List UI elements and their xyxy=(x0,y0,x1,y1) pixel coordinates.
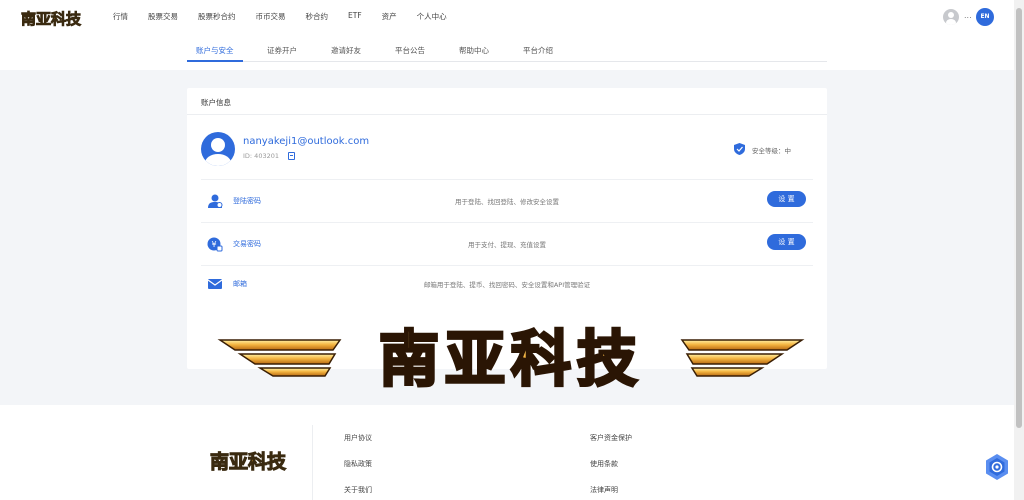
footer-link-about[interactable]: 关于我们 xyxy=(344,485,372,495)
divider xyxy=(201,179,813,180)
trade-password-row: ¥ 交易密码 用于支付、提现、充值设置 设 置 xyxy=(187,230,827,260)
footer-link-terms[interactable]: 使用条款 xyxy=(590,459,618,469)
main-nav: 行情 股票交易 股票秒合约 币币交易 秒合约 ETF 资产 个人中心 xyxy=(113,11,467,22)
row-description: 用于支付、提现、充值设置 xyxy=(468,241,546,249)
divider xyxy=(201,265,813,266)
customer-service-icon[interactable] xyxy=(983,453,1011,481)
language-switch-button[interactable]: EN xyxy=(976,8,994,26)
watermark-text: 南亚科技 xyxy=(379,325,643,395)
divider xyxy=(201,222,813,223)
user-email: nanyakeji1@outlook.com xyxy=(243,136,370,147)
row-description: 用于登陆、找回登陆、修改安全设置 xyxy=(455,198,559,206)
nav-item-second-contract[interactable]: 秒合约 xyxy=(306,11,329,22)
set-trade-password-button[interactable]: 设 置 xyxy=(767,234,806,250)
account-subtabs: 账户与安全 证券开户 邀请好友 平台公告 帮助中心 平台介绍 xyxy=(0,36,1014,70)
top-navbar: 南亚科技 行情 股票交易 股票秒合约 币币交易 秒合约 ETF 资产 个人中心 … xyxy=(0,0,1014,36)
tab-help-center[interactable]: 帮助中心 xyxy=(459,45,489,56)
footer-link-privacy[interactable]: 隐私政策 xyxy=(344,459,372,469)
scrollbar-thumb[interactable] xyxy=(1016,8,1022,428)
nav-item-stock-second-contract[interactable]: 股票秒合约 xyxy=(198,11,236,22)
footer-link-fund-protection[interactable]: 客户资金保护 xyxy=(590,433,632,443)
tab-invite-friends[interactable]: 邀请好友 xyxy=(331,45,361,56)
site-footer: 南亚科技 用户协议 隐私政策 关于我们 客户资金保护 使用条款 法律声明 xyxy=(0,405,1014,500)
brand-logo-text: 南亚科技 xyxy=(21,10,82,28)
user-avatar-icon[interactable] xyxy=(943,9,959,25)
footer-link-user-agreement[interactable]: 用户协议 xyxy=(344,433,372,443)
profile-avatar-icon xyxy=(201,132,235,166)
nav-item-etf[interactable]: ETF xyxy=(348,11,362,22)
tab-securities-account[interactable]: 证券开户 xyxy=(267,45,297,56)
tab-platform-intro[interactable]: 平台介绍 xyxy=(523,45,553,56)
subtabs-bar: 账户与安全 证券开户 邀请好友 平台公告 帮助中心 平台介绍 xyxy=(187,36,827,62)
divider xyxy=(187,114,827,115)
tab-account-security[interactable]: 账户与安全 xyxy=(196,45,234,56)
shield-check-icon xyxy=(734,143,745,155)
nav-item-stock-trade[interactable]: 股票交易 xyxy=(148,11,178,22)
nav-item-market[interactable]: 行情 xyxy=(113,11,128,22)
footer-divider xyxy=(312,425,313,500)
nav-item-coin-trade[interactable]: 币币交易 xyxy=(256,11,286,22)
email-row: 邮箱 邮箱用于登陆、提币、找回密码、安全设置和API管理验证 xyxy=(187,270,827,300)
nav-item-assets[interactable]: 资产 xyxy=(382,11,397,22)
user-name-dots[interactable]: ... xyxy=(964,11,972,20)
active-tab-indicator xyxy=(187,60,243,62)
footer-logo[interactable]: 南亚科技 xyxy=(207,443,289,479)
card-title: 账户信息 xyxy=(201,98,231,107)
footer-logo-text: 南亚科技 xyxy=(210,450,287,473)
row-description: 邮箱用于登陆、提币、找回密码、安全设置和API管理验证 xyxy=(423,281,591,289)
login-password-row: 登陆密码 用于登陆、找回登陆、修改安全设置 设 置 xyxy=(187,187,827,217)
set-login-password-button[interactable]: 设 置 xyxy=(767,191,806,207)
footer-link-legal[interactable]: 法律声明 xyxy=(590,485,618,495)
tab-announcements[interactable]: 平台公告 xyxy=(395,45,425,56)
user-id: ID: 403201 xyxy=(243,152,279,160)
security-level: 安全等级：中 xyxy=(752,147,791,155)
nav-item-personal-center[interactable]: 个人中心 xyxy=(417,11,447,22)
copy-icon[interactable] xyxy=(288,152,295,160)
brand-logo[interactable]: 南亚科技 xyxy=(20,6,82,30)
brand-watermark-logo: 南亚科技 xyxy=(217,324,805,397)
